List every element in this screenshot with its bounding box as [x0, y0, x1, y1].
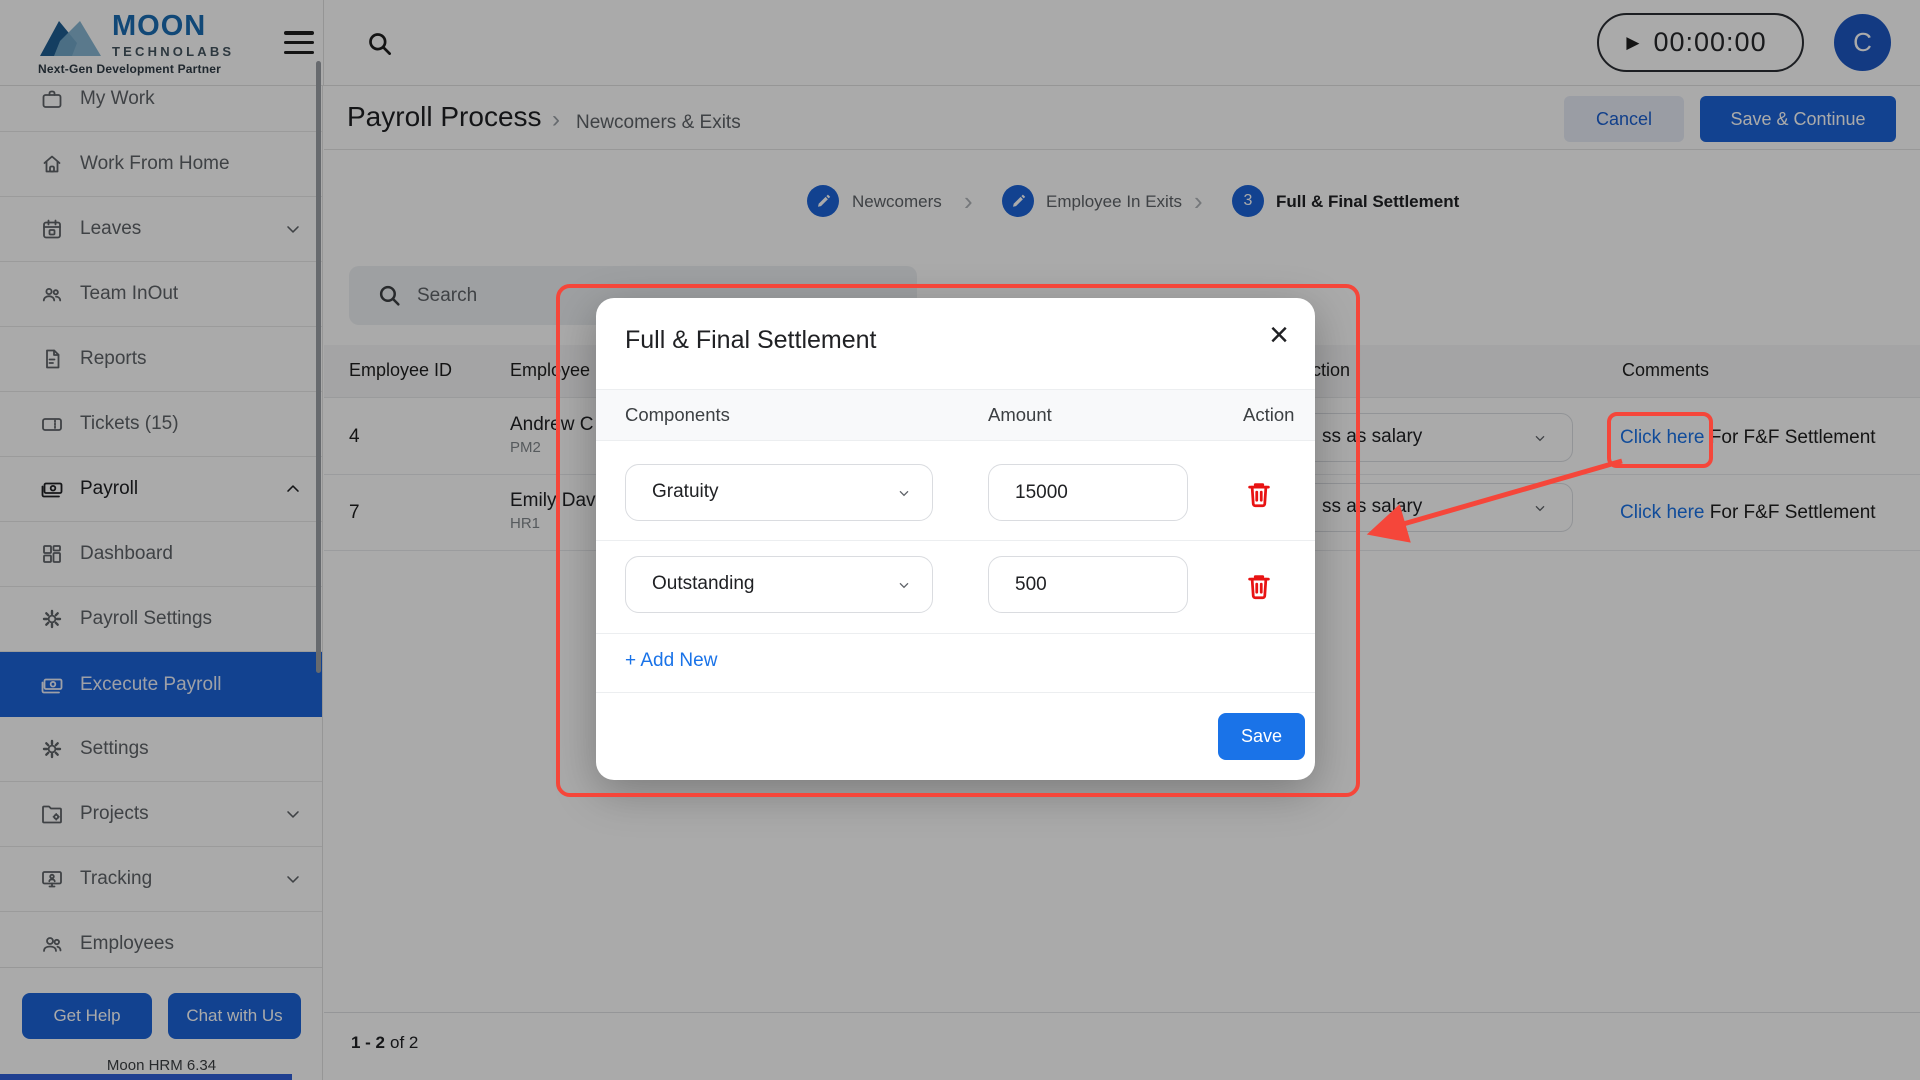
delete-row-icon[interactable] [1244, 570, 1274, 602]
add-new-link[interactable]: + Add New [625, 650, 717, 672]
component-select-value: Gratuity [652, 481, 719, 503]
modal-row-divider [596, 633, 1315, 634]
modal-title: Full & Final Settlement [625, 326, 877, 355]
modal-row-divider [596, 540, 1315, 541]
modal-footer-divider [596, 692, 1315, 693]
app-window: MOON TECHNOLABS Next-Gen Development Par… [0, 0, 1920, 1080]
modal-column-components: Components [625, 404, 730, 426]
chevron-down-icon [896, 485, 912, 501]
amount-input[interactable] [988, 556, 1188, 613]
amount-input[interactable] [988, 464, 1188, 521]
close-icon[interactable]: × [1269, 318, 1289, 352]
full-final-settlement-modal: Full & Final Settlement × Components Amo… [596, 298, 1315, 780]
component-select[interactable]: Gratuity [625, 464, 933, 521]
delete-row-icon[interactable] [1244, 478, 1274, 510]
component-select-value: Outstanding [652, 573, 754, 595]
component-select[interactable]: Outstanding [625, 556, 933, 613]
modal-column-amount: Amount [988, 404, 1052, 426]
chevron-down-icon [896, 577, 912, 593]
modal-column-action: Action [1243, 404, 1294, 426]
save-button[interactable]: Save [1218, 713, 1305, 760]
